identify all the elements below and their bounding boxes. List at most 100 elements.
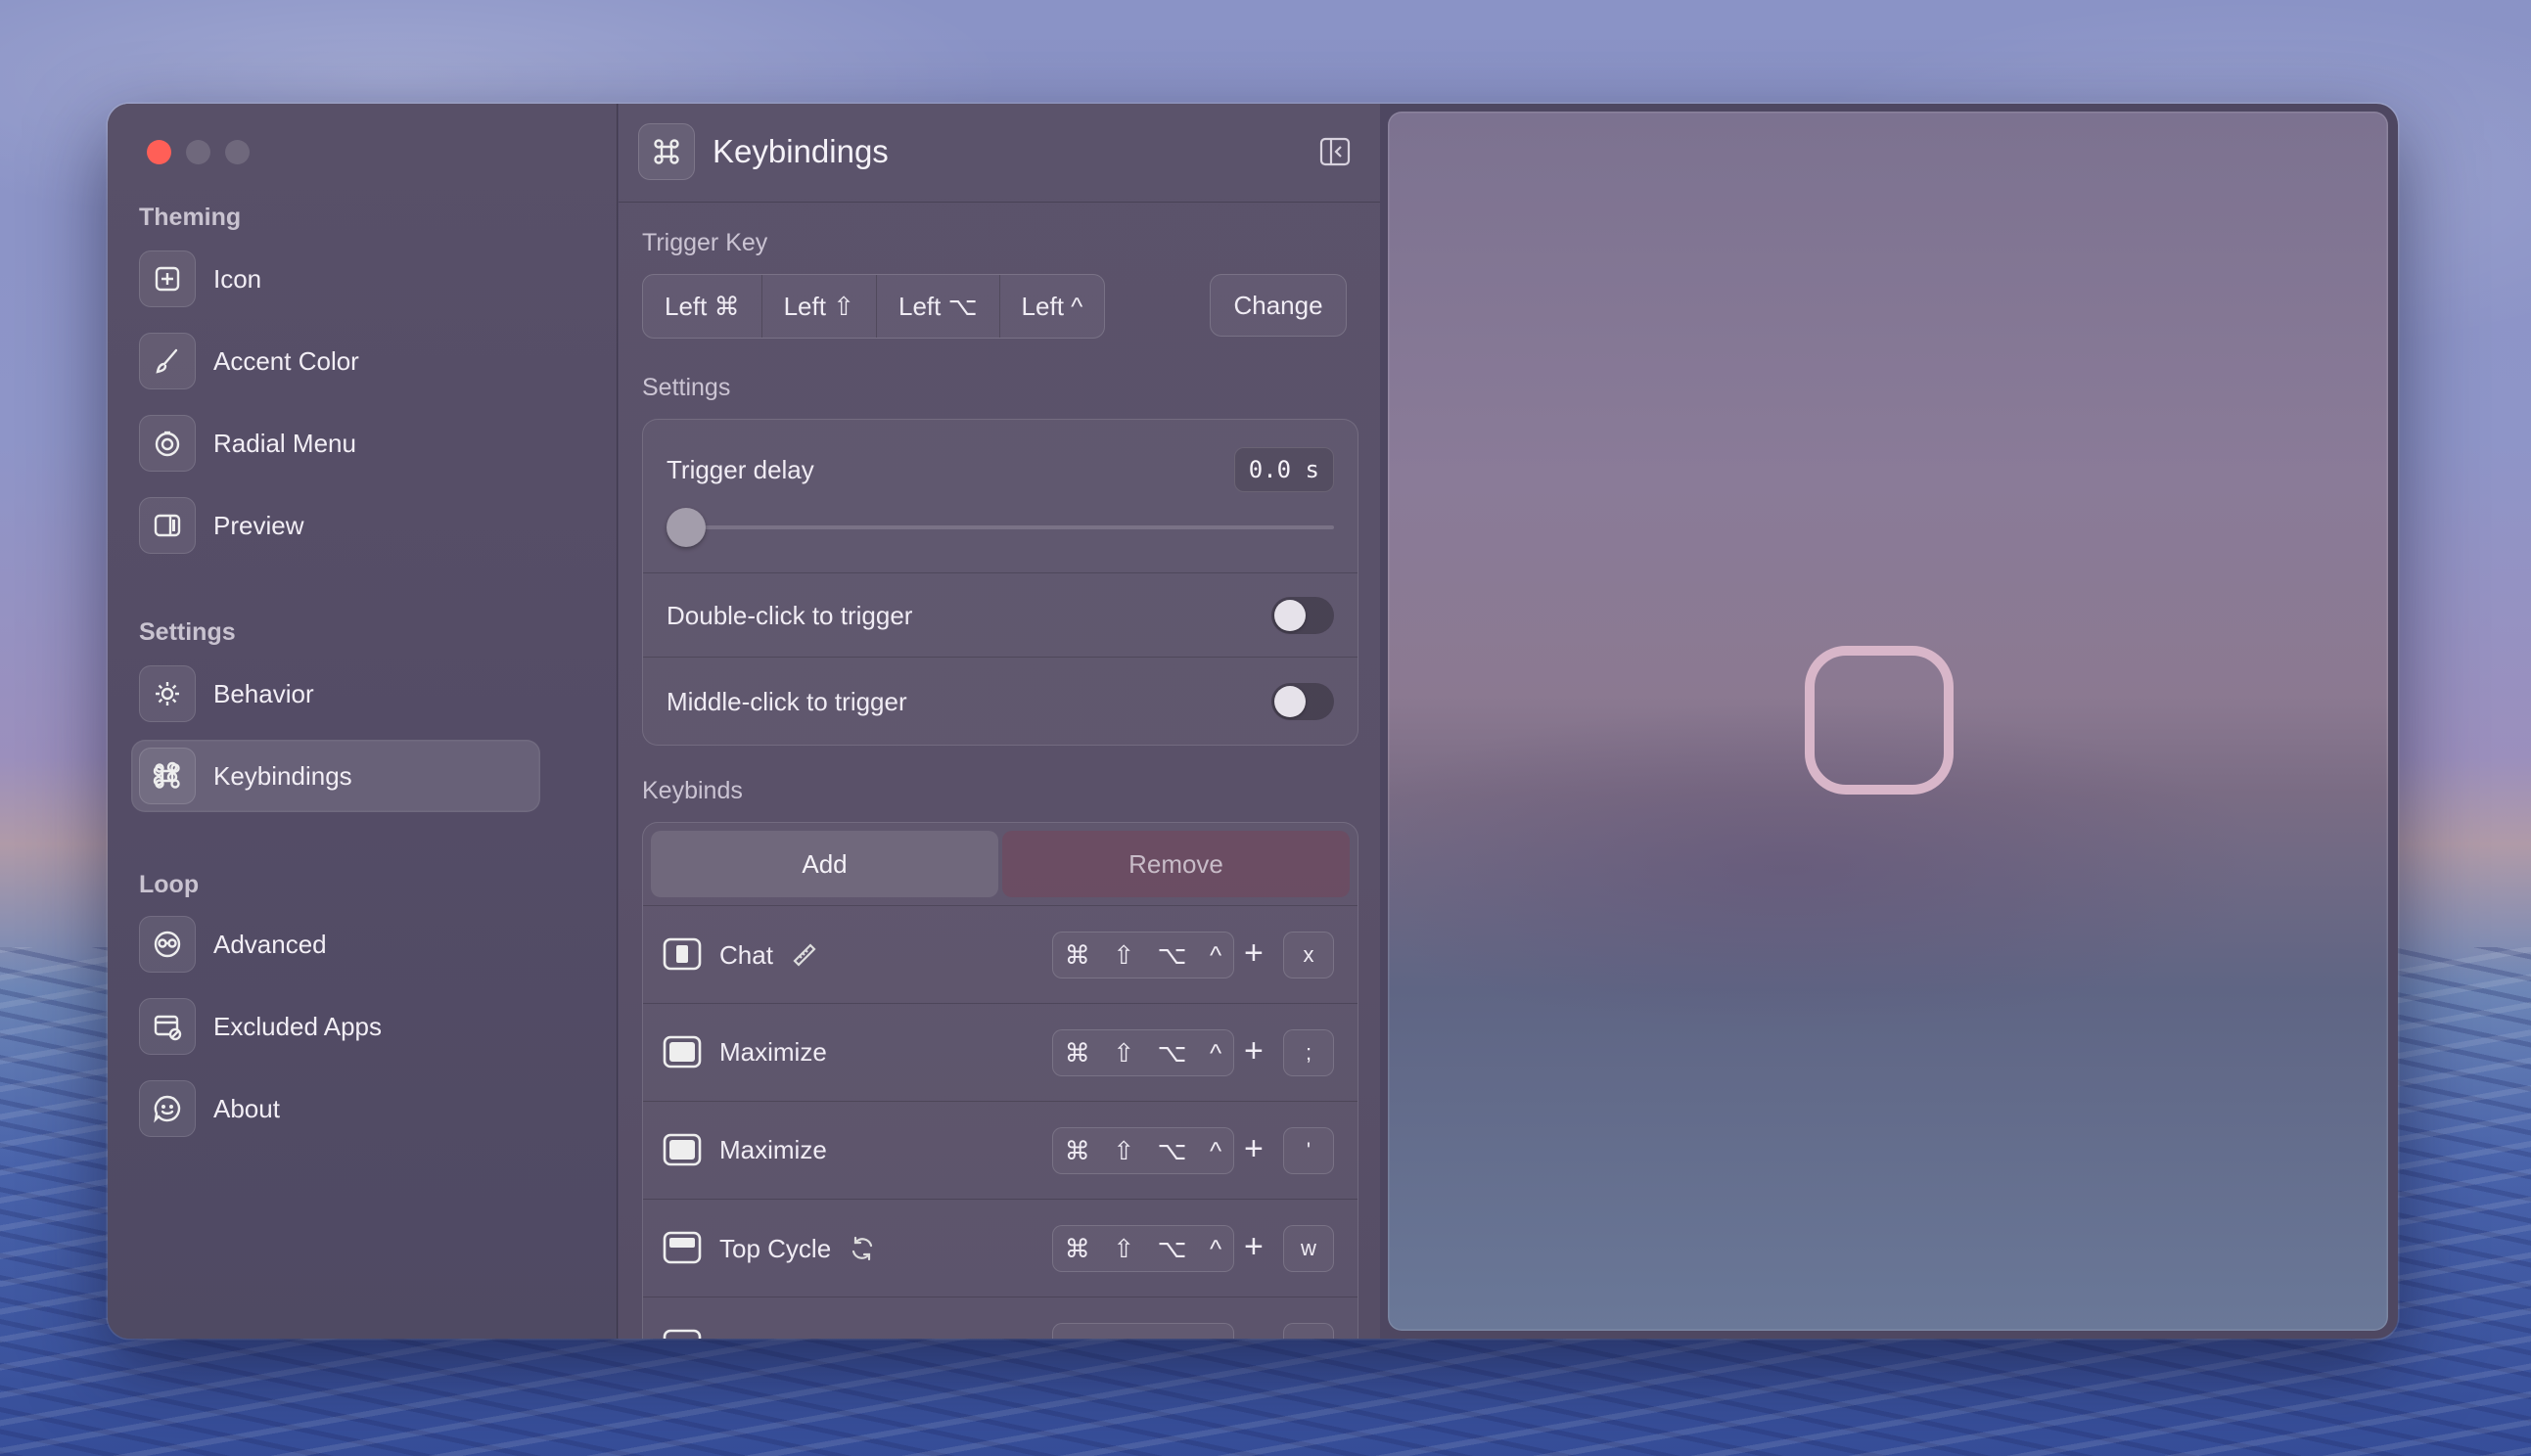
window-top-icon xyxy=(663,1231,702,1264)
trigger-key-left-control[interactable]: Left ^ xyxy=(998,275,1105,338)
keybinds-card: Add Remove Chat ⌘ ⇧ ⌥ ^ + x Maximize ⌘ ⇧… xyxy=(642,822,1358,1339)
option-key: ⌥ xyxy=(1157,1233,1187,1263)
control-key: ^ xyxy=(1210,939,1222,970)
plus-sign: + xyxy=(1244,1228,1264,1265)
keybind-label-group: Maximize xyxy=(719,1135,827,1165)
modifier-keys[interactable]: ⌘ ⇧ ⌥ ^ xyxy=(1052,1127,1234,1174)
section-title-theming: Theming xyxy=(139,204,242,231)
keybind-label: Chat xyxy=(719,939,773,970)
modifier-keys[interactable]: ⌘ ⇧ ⌥ ^ xyxy=(1052,932,1234,978)
window-maximize-icon xyxy=(663,1035,702,1069)
keybind-row[interactable]: Chat ⌘ ⇧ ⌥ ^ + x xyxy=(643,905,1358,1003)
command-key: ⌘ xyxy=(1064,1135,1090,1165)
minimize-button[interactable] xyxy=(186,140,210,164)
radial-menu-icon xyxy=(139,415,196,472)
trigger-key-left-option[interactable]: Left ⌥ xyxy=(875,275,999,338)
shift-key: ⇧ xyxy=(1113,939,1135,970)
settings-card: Trigger delay 0.0 s Double-click to trig… xyxy=(642,419,1358,746)
sidebar-item-radial-menu[interactable]: Radial Menu xyxy=(131,407,540,479)
command-key: ⌘ xyxy=(1064,939,1090,970)
option-key: ⌥ xyxy=(1157,1037,1187,1068)
control-key: ^ xyxy=(1210,1135,1222,1165)
ruler-icon xyxy=(793,943,816,967)
paintbrush-icon xyxy=(139,333,196,389)
middle-click-label: Middle-click to trigger xyxy=(667,687,907,716)
double-click-toggle[interactable] xyxy=(1271,597,1334,634)
keybind-label: Top Cycle xyxy=(719,1233,832,1263)
control-key: ^ xyxy=(1210,1233,1222,1263)
advanced-icon xyxy=(139,916,196,973)
plus-sign: + xyxy=(1244,934,1264,972)
sidebar-item-label: Behavior xyxy=(213,678,314,708)
sidebar-item-preview[interactable]: Preview xyxy=(131,489,540,562)
keybind-row[interactable]: Top Cycle ⌘ ⇧ ⌥ ^ + w xyxy=(643,1199,1358,1297)
sidebar-item-keybindings[interactable]: Keybindings xyxy=(131,740,540,812)
keybind-row[interactable]: Maximize ⌘ ⇧ ⌥ ^ + ; xyxy=(643,1003,1358,1101)
keybind-row[interactable]: Maximize ⌘ ⇧ ⌥ ^ + ' xyxy=(643,1101,1358,1199)
option-key: ⌥ xyxy=(1157,1135,1187,1165)
sidebar-item-accent-color[interactable]: Accent Color xyxy=(131,325,540,397)
keybind-label: Maximize xyxy=(719,1135,827,1164)
change-button[interactable]: Change xyxy=(1210,274,1347,337)
cycle-icon xyxy=(852,1236,873,1261)
trigger-delay-label: Trigger delay xyxy=(667,455,814,484)
sidebar-item-behavior[interactable]: Behavior xyxy=(131,658,540,730)
trigger-key-left-command[interactable]: Left ⌘ xyxy=(643,275,761,338)
preview-icon xyxy=(139,497,196,554)
add-button[interactable]: Add xyxy=(651,831,998,897)
trigger-key-segments: Left ⌘ Left ⇧ Left ⌥ Left ^ xyxy=(642,274,1106,339)
sidebar-item-icon[interactable]: Icon xyxy=(131,243,540,315)
keycap[interactable] xyxy=(1283,1323,1334,1339)
remove-button[interactable]: Remove xyxy=(1002,831,1350,897)
keybind-label: Maximize xyxy=(719,1037,827,1067)
sidebar-item-label: Excluded Apps xyxy=(213,1011,383,1041)
sidebar-item-label: Keybindings xyxy=(213,760,352,791)
sidebar-item-label: About xyxy=(213,1093,280,1123)
middle-click-toggle[interactable] xyxy=(1271,683,1334,720)
command-icon xyxy=(139,748,196,804)
command-icon xyxy=(638,123,695,180)
settings-label: Settings xyxy=(642,374,731,401)
modifier-keys[interactable] xyxy=(1052,1323,1234,1339)
section-title-settings: Settings xyxy=(139,618,236,646)
keycap[interactable]: ; xyxy=(1283,1029,1334,1076)
shift-key: ⇧ xyxy=(1113,1037,1135,1068)
add-remove-bar: Add Remove xyxy=(651,831,1350,897)
middle-click-row: Middle-click to trigger xyxy=(643,657,1358,745)
keycap[interactable]: x xyxy=(1283,932,1334,978)
sidebar-item-about[interactable]: About xyxy=(131,1072,540,1145)
keybind-label-group: Maximize xyxy=(719,1037,827,1068)
close-button[interactable] xyxy=(147,140,171,164)
double-click-label: Double-click to trigger xyxy=(667,601,913,630)
shift-key: ⇧ xyxy=(1113,1233,1135,1263)
trigger-key-label: Trigger Key xyxy=(642,229,768,256)
zoom-button[interactable] xyxy=(225,140,250,164)
option-key: ⌥ xyxy=(1157,939,1187,970)
control-key: ^ xyxy=(1210,1037,1222,1068)
sidebar-item-advanced[interactable]: Advanced xyxy=(131,908,540,980)
sidebar: Theming Icon Accent Color Radial Menu Pr… xyxy=(108,104,618,1339)
gear-icon xyxy=(139,665,196,722)
app-icon xyxy=(139,250,196,307)
sidebar-item-excluded-apps[interactable]: Excluded Apps xyxy=(131,990,540,1063)
plus-sign: + xyxy=(1244,1130,1264,1167)
window-icon xyxy=(663,1329,702,1339)
trigger-key-left-shift[interactable]: Left ⇧ xyxy=(760,275,876,338)
window-half-icon xyxy=(663,937,702,971)
keybind-row-partial[interactable] xyxy=(643,1297,1358,1339)
sidebar-toggle-icon[interactable] xyxy=(1319,137,1351,166)
sidebar-item-label: Accent Color xyxy=(213,345,359,376)
sidebar-item-label: Preview xyxy=(213,510,304,540)
keycap[interactable]: ' xyxy=(1283,1127,1334,1174)
trigger-delay-row: Trigger delay 0.0 s xyxy=(643,420,1358,572)
shift-key: ⇧ xyxy=(1113,1135,1135,1165)
keycap[interactable]: w xyxy=(1283,1225,1334,1272)
modifier-keys[interactable]: ⌘ ⇧ ⌥ ^ xyxy=(1052,1029,1234,1076)
trigger-delay-slider-knob[interactable] xyxy=(667,508,706,547)
modifier-keys[interactable]: ⌘ ⇧ ⌥ ^ xyxy=(1052,1225,1234,1272)
page-title: Keybindings xyxy=(713,133,889,169)
command-key: ⌘ xyxy=(1064,1233,1090,1263)
trigger-delay-slider[interactable] xyxy=(688,525,1334,529)
sidebar-item-label: Icon xyxy=(213,263,262,294)
trigger-delay-value[interactable]: 0.0 s xyxy=(1233,447,1334,492)
